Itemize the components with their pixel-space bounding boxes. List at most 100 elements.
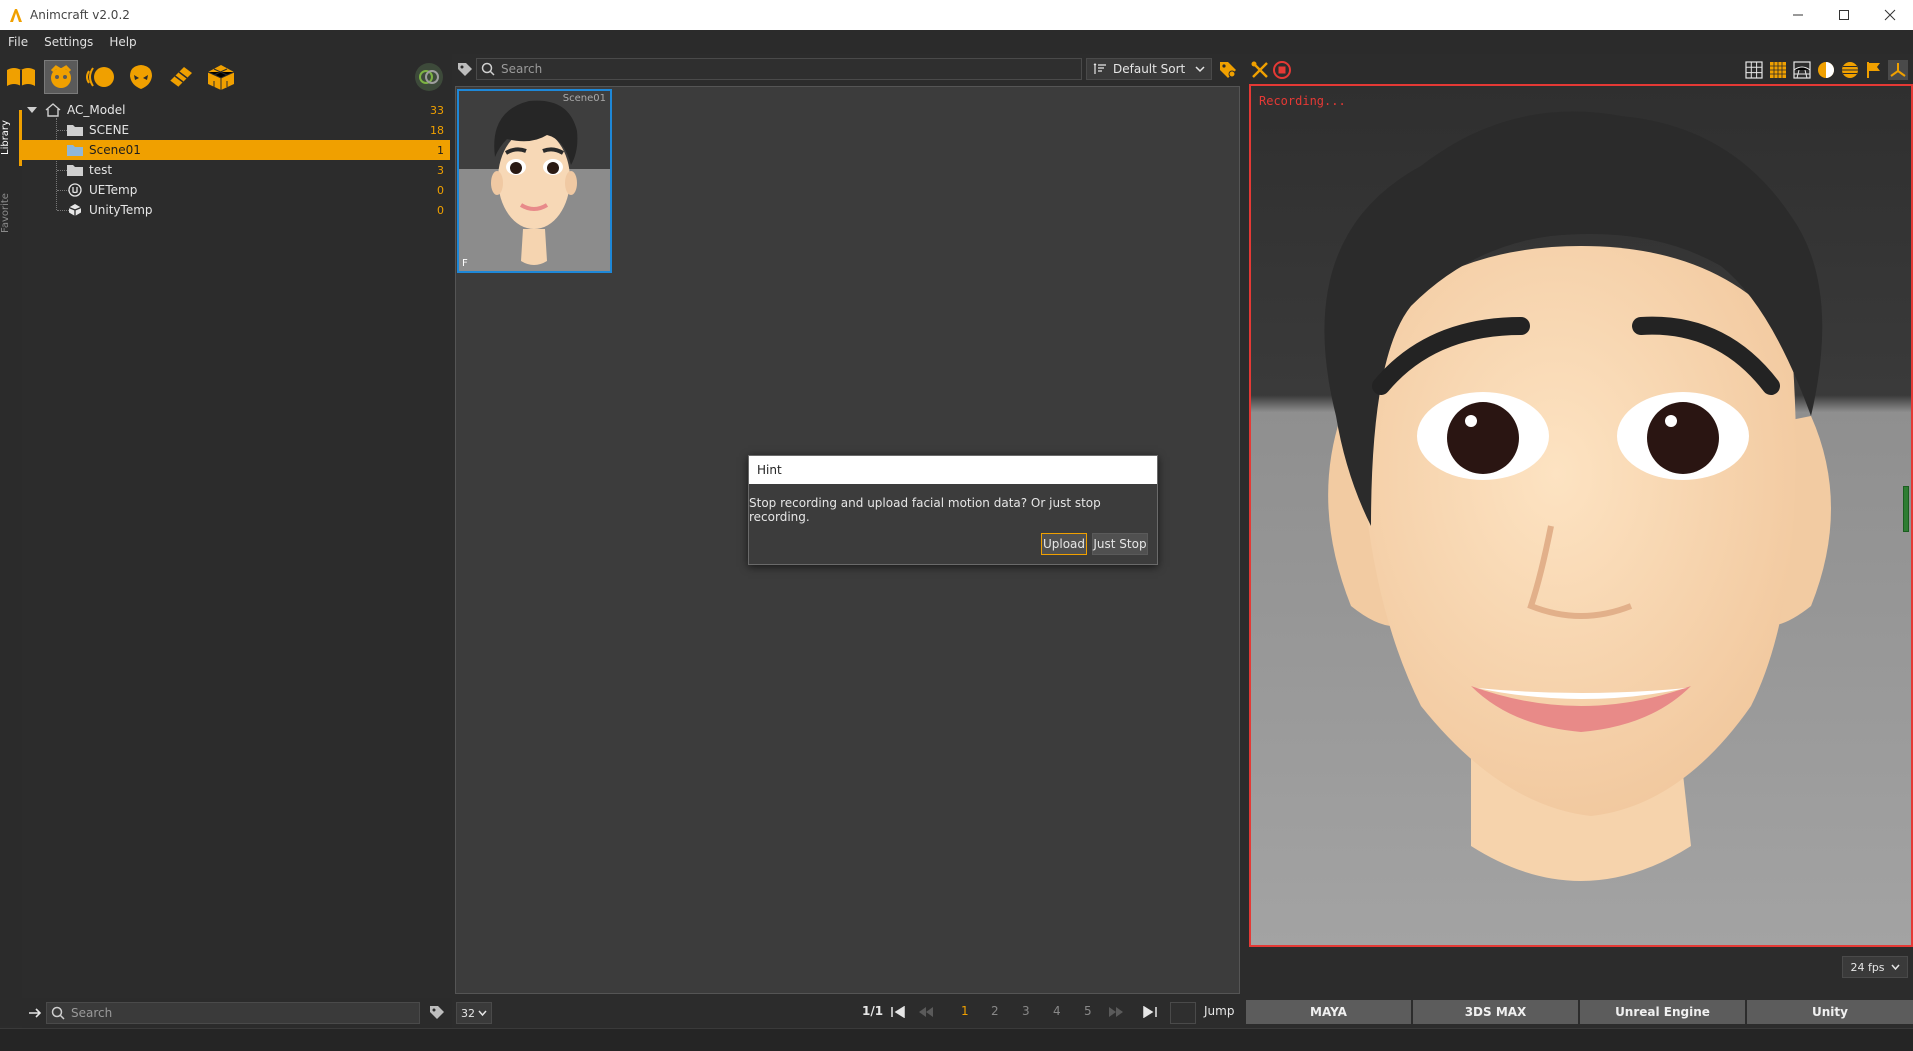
thumbnail-title: Scene01 — [562, 93, 606, 104]
page-info: 1/1 — [862, 1004, 884, 1018]
tree-item-test[interactable]: test 3 — [22, 160, 450, 180]
upload-button[interactable]: Upload — [1041, 533, 1087, 555]
status-bar — [0, 1028, 1913, 1051]
export-3dsmax-button[interactable]: 3DS MAX — [1413, 1000, 1580, 1024]
3d-viewport[interactable]: Recording... — [1249, 84, 1913, 947]
character-render — [1251, 86, 1911, 945]
search-icon — [51, 1006, 65, 1020]
tree-item-label: UETemp — [89, 183, 138, 197]
tag-filter-icon[interactable] — [456, 61, 474, 79]
maximize-button[interactable] — [1821, 0, 1867, 30]
tree-item-uetemp[interactable]: UETemp 0 — [22, 180, 450, 200]
tree-item-label: Scene01 — [89, 143, 141, 157]
tree-root-count: 33 — [430, 103, 444, 117]
title-bar: Animcraft v2.0.2 — [0, 0, 1913, 30]
prev-page-icon[interactable] — [918, 1006, 934, 1018]
axis-gizmo-icon[interactable] — [1888, 60, 1908, 80]
page-5[interactable]: 5 — [1084, 1004, 1092, 1018]
animcraft-logo-icon — [10, 9, 22, 22]
tree-root-item[interactable]: AC_Model 33 — [22, 100, 450, 120]
folder-icon — [66, 143, 84, 157]
tag-settings-icon[interactable] — [1218, 60, 1238, 80]
left-search-input[interactable]: Search — [46, 1002, 420, 1024]
hint-dialog: Hint Stop recording and upload facial mo… — [748, 455, 1158, 565]
chevron-down-icon — [478, 1010, 487, 1016]
main-toolbar — [0, 54, 452, 100]
page-1[interactable]: 1 — [961, 1004, 969, 1018]
tree-item-label: UnityTemp — [89, 203, 153, 217]
page-2[interactable]: 2 — [991, 1004, 999, 1018]
sort-dropdown[interactable]: Default Sort — [1086, 58, 1212, 80]
unity-logo-icon — [66, 203, 84, 217]
tools-icon[interactable] — [1250, 60, 1270, 80]
chevron-down-icon — [1195, 66, 1205, 73]
folder-icon — [66, 123, 84, 137]
tree-item-count: 1 — [437, 143, 444, 157]
grid-view-icon[interactable] — [1744, 60, 1764, 80]
pagination-bar: 32 1/1 1 2 3 4 5 Jump — [452, 998, 1242, 1028]
chevron-down-icon — [1890, 964, 1900, 970]
last-page-icon[interactable] — [1142, 1006, 1158, 1018]
expand-arrow-icon[interactable] — [26, 104, 38, 116]
menu-settings[interactable]: Settings — [36, 35, 101, 49]
grid-dense-icon[interactable] — [1768, 60, 1788, 80]
tab-favorite[interactable]: Favorite — [0, 180, 22, 246]
page-3[interactable]: 3 — [1022, 1004, 1030, 1018]
stop-record-icon[interactable] — [1272, 60, 1292, 80]
tab-library[interactable]: Library — [0, 110, 22, 166]
flag-icon[interactable] — [1864, 60, 1884, 80]
first-page-icon[interactable] — [890, 1006, 906, 1018]
search-icon — [481, 62, 495, 76]
menu-file[interactable]: File — [0, 35, 36, 49]
unreal-logo-icon — [66, 183, 84, 197]
tree-item-scene01[interactable]: Scene01 1 — [22, 140, 450, 160]
content-toolbar: Search Default Sort — [452, 58, 1248, 84]
just-stop-button[interactable]: Just Stop — [1092, 533, 1148, 555]
scroll-indicator[interactable] — [1903, 486, 1909, 532]
face-mask-icon[interactable] — [44, 60, 78, 94]
dialog-title: Hint — [749, 456, 1157, 484]
fps-dropdown[interactable]: 24 fps — [1842, 956, 1908, 978]
thumbnail-flag: F — [462, 258, 468, 269]
center-search-input[interactable]: Search — [476, 58, 1082, 80]
folder-icon — [66, 163, 84, 177]
recording-status: Recording... — [1259, 94, 1346, 108]
minimize-button[interactable] — [1775, 0, 1821, 30]
library-book-icon[interactable] — [4, 60, 38, 94]
asset-thumbnail[interactable]: Scene01 F — [457, 89, 612, 273]
tree-item-count: 0 — [437, 183, 444, 197]
sphere-icon[interactable] — [1840, 60, 1860, 80]
tree-item-count: 18 — [430, 123, 444, 137]
jump-button[interactable]: Jump — [1204, 1004, 1234, 1018]
center-search-placeholder: Search — [501, 62, 543, 76]
tree-root-label: AC_Model — [67, 103, 126, 117]
tree-item-scene[interactable]: SCENE 18 — [22, 120, 450, 140]
lighting-icon[interactable] — [1816, 60, 1836, 80]
motion-circle-icon[interactable] — [84, 60, 118, 94]
page-4[interactable]: 4 — [1053, 1004, 1061, 1018]
next-page-icon[interactable] — [1108, 1006, 1124, 1018]
alien-head-icon[interactable] — [124, 60, 158, 94]
left-search-placeholder: Search — [71, 1006, 113, 1020]
export-maya-button[interactable]: MAYA — [1246, 1000, 1413, 1024]
export-unreal-button[interactable]: Unreal Engine — [1580, 1000, 1747, 1024]
tree-item-count: 3 — [437, 163, 444, 177]
close-button[interactable] — [1867, 0, 1913, 30]
home-icon — [44, 103, 62, 117]
sync-toggle-icon[interactable] — [412, 60, 446, 94]
sort-icon — [1093, 63, 1106, 74]
window-title: Animcraft v2.0.2 — [30, 8, 130, 22]
per-page-dropdown[interactable]: 32 — [456, 1002, 492, 1024]
tag-filter-icon[interactable] — [428, 1004, 446, 1022]
tree-item-unitytemp[interactable]: UnityTemp 0 — [22, 200, 450, 220]
cube-grid-icon[interactable] — [204, 60, 238, 94]
dialog-message: Stop recording and upload facial motion … — [749, 496, 1101, 524]
minimize-icon — [1793, 14, 1803, 16]
jump-page-input[interactable] — [1170, 1002, 1196, 1024]
export-unity-button[interactable]: Unity — [1747, 1000, 1913, 1024]
floor-grid-icon[interactable] — [1792, 60, 1812, 80]
arrow-right-icon[interactable] — [28, 1006, 42, 1020]
sidebar-tabs: Library Favorite — [0, 100, 22, 1026]
layers-icon[interactable] — [164, 60, 198, 94]
menu-help[interactable]: Help — [101, 35, 144, 49]
